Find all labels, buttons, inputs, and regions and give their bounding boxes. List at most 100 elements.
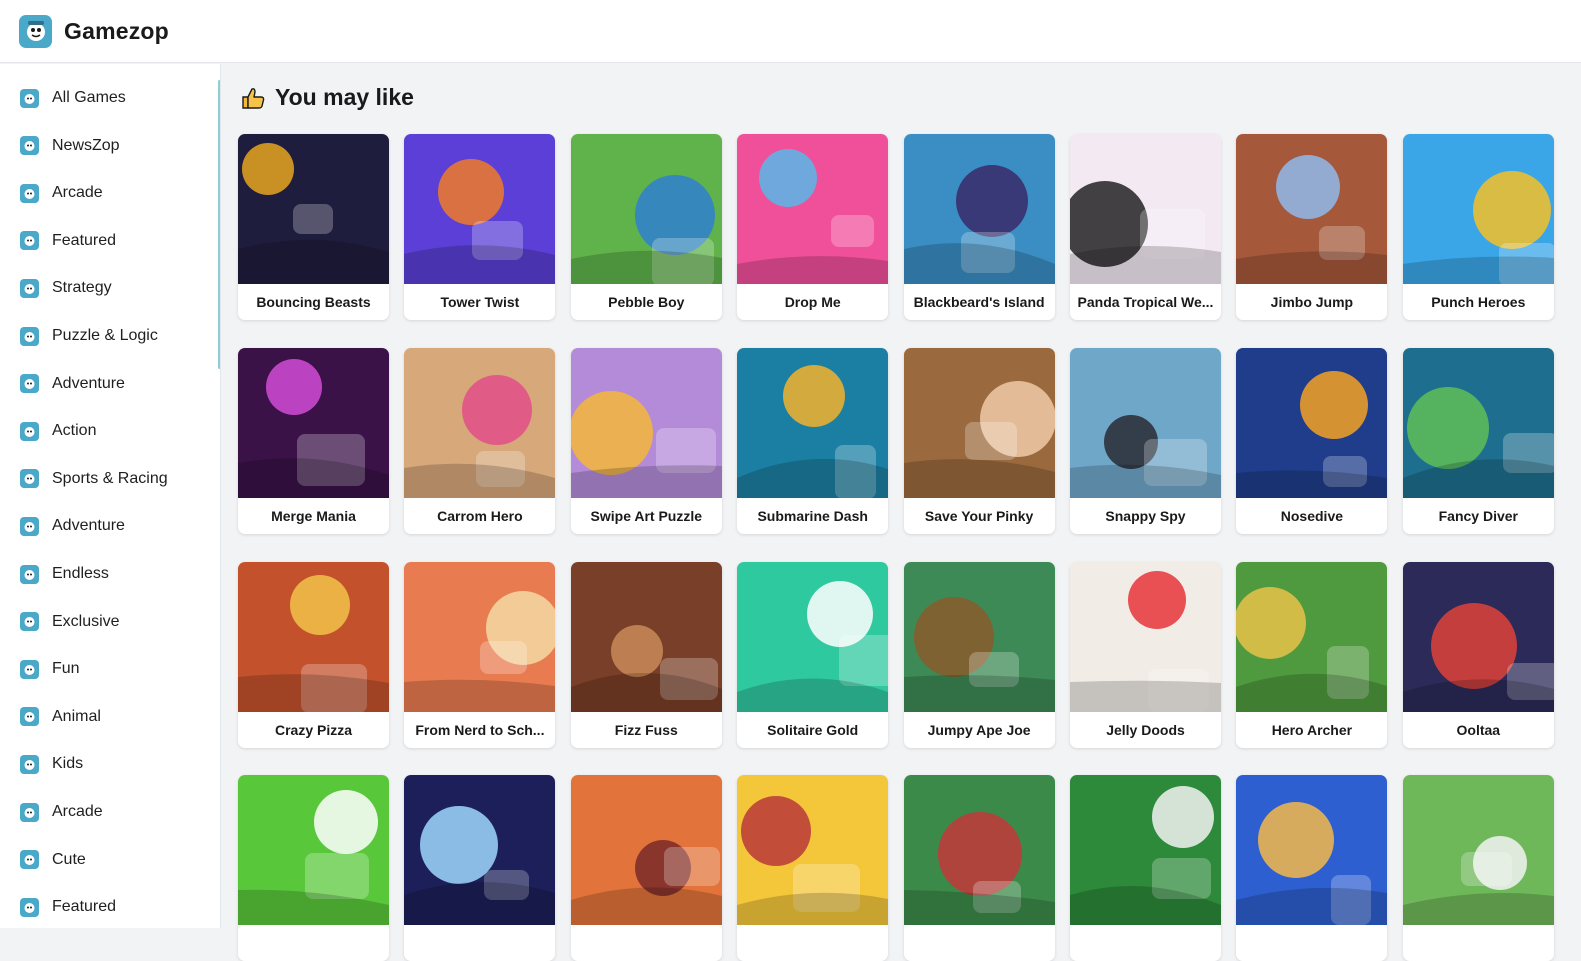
sidebar-item[interactable]: Strategy [20,273,112,303]
game-thumbnail[interactable] [903,134,1055,284]
game-card[interactable]: Carrom Hero [404,347,556,534]
game-title[interactable]: Nosedive [1240,498,1383,534]
game-card[interactable] [1402,775,1554,961]
game-card[interactable]: Nosedive [1236,347,1388,534]
game-title[interactable]: Fancy Diver [1407,498,1550,534]
game-card[interactable]: Jimbo Jump [1236,134,1388,320]
game-title[interactable]: Merge Mania [242,498,385,534]
game-title[interactable]: Bouncing Beasts [242,284,385,320]
game-card[interactable]: Snappy Spy [1070,347,1221,534]
game-thumbnail[interactable] [1402,561,1554,712]
game-title[interactable]: Swipe Art Puzzle [575,498,718,534]
game-thumbnail[interactable] [570,347,722,498]
game-thumbnail[interactable] [1070,134,1221,284]
game-card[interactable]: Fizz Fuss [570,561,722,748]
sidebar-item[interactable]: Sports & Racing [20,464,168,494]
game-thumbnail[interactable] [1236,561,1388,712]
sidebar-item[interactable]: Arcade [20,797,103,827]
game-thumbnail[interactable] [1402,134,1554,284]
game-title[interactable]: Submarine Dash [741,498,884,534]
game-card[interactable] [1236,775,1388,961]
game-thumbnail[interactable] [1236,347,1388,498]
game-card[interactable]: Swipe Art Puzzle [570,347,722,534]
game-card[interactable] [570,775,722,961]
game-card[interactable]: From Nerd to Sch... [404,561,556,748]
sidebar-item[interactable]: Kids [20,749,83,779]
game-thumbnail[interactable] [238,561,389,712]
game-thumbnail[interactable] [737,347,889,498]
game-card[interactable] [903,775,1055,961]
sidebar-item[interactable]: All Games [20,83,126,113]
game-card[interactable] [1070,775,1221,961]
sidebar-item[interactable]: Action [20,416,96,446]
game-title[interactable]: From Nerd to Sch... [408,712,551,748]
game-thumbnail[interactable] [1236,775,1388,926]
game-card[interactable]: Punch Heroes [1402,134,1554,320]
game-card[interactable]: Pebble Boy [570,134,722,320]
game-thumbnail[interactable] [404,775,556,926]
game-thumbnail[interactable] [238,134,389,284]
game-card[interactable]: Fancy Diver [1402,347,1554,534]
game-title[interactable]: Jumpy Ape Joe [908,712,1051,748]
game-card[interactable]: Tower Twist [404,134,556,320]
game-title[interactable]: Save Your Pinky [908,498,1051,534]
game-thumbnail[interactable] [404,561,556,712]
game-title[interactable]: Jimbo Jump [1240,284,1383,320]
game-card[interactable]: Drop Me [737,134,889,320]
game-title[interactable]: Jelly Doods [1074,712,1217,748]
sidebar-item[interactable]: Animal [20,702,101,732]
game-thumbnail[interactable] [737,775,889,926]
game-thumbnail[interactable] [1070,347,1221,498]
sidebar-item[interactable]: NewsZop [20,131,120,161]
game-thumbnail[interactable] [570,775,722,926]
game-thumbnail[interactable] [1402,347,1554,498]
game-card[interactable] [238,775,389,961]
game-title[interactable]: Drop Me [741,284,884,320]
game-card[interactable]: Jumpy Ape Joe [903,561,1055,748]
game-card[interactable]: Save Your Pinky [903,347,1055,534]
game-thumbnail[interactable] [238,775,389,926]
game-thumbnail[interactable] [737,134,889,284]
game-title[interactable]: Pebble Boy [575,284,718,320]
game-thumbnail[interactable] [238,347,389,498]
game-thumbnail[interactable] [404,347,556,498]
sidebar-item[interactable]: Cute [20,845,86,875]
game-title[interactable]: Carrom Hero [408,498,551,534]
game-thumbnail[interactable] [404,134,556,284]
game-title[interactable]: Tower Twist [408,284,551,320]
game-title[interactable]: Snappy Spy [1074,498,1217,534]
game-title[interactable]: Solitaire Gold [741,712,884,748]
game-card[interactable]: Ooltaa [1402,561,1554,748]
game-card[interactable]: Panda Tropical We... [1070,134,1221,320]
sidebar-item[interactable]: Featured [20,892,116,922]
game-card[interactable]: Hero Archer [1236,561,1388,748]
app-name[interactable]: Gamezop [64,18,169,45]
sidebar-item[interactable]: Puzzle & Logic [20,321,158,351]
game-thumbnail[interactable] [737,561,889,712]
sidebar-item[interactable]: Exclusive [20,607,120,637]
game-title[interactable]: Blackbeard's Island [908,284,1051,320]
sidebar-item[interactable]: Endless [20,559,109,589]
game-card[interactable] [737,775,889,961]
sidebar-item[interactable]: Fun [20,654,80,684]
game-thumbnail[interactable] [570,134,722,284]
game-title[interactable]: Punch Heroes [1407,284,1550,320]
game-card[interactable]: Crazy Pizza [238,561,389,748]
sidebar-item[interactable]: Adventure [20,369,125,399]
game-card[interactable]: Jelly Doods [1070,561,1221,748]
game-thumbnail[interactable] [1236,134,1388,284]
game-card[interactable]: Solitaire Gold [737,561,889,748]
game-thumbnail[interactable] [1402,775,1554,926]
sidebar-scrollbar[interactable] [218,80,220,369]
game-thumbnail[interactable] [903,775,1055,926]
game-thumbnail[interactable] [570,561,722,712]
game-card[interactable]: Blackbeard's Island [903,134,1055,320]
game-title[interactable]: Ooltaa [1407,712,1550,748]
game-thumbnail[interactable] [903,347,1055,498]
game-title[interactable]: Panda Tropical We... [1074,284,1217,320]
sidebar-item[interactable]: Featured [20,226,116,256]
sidebar-item[interactable]: Arcade [20,178,103,208]
game-card[interactable] [404,775,556,961]
game-thumbnail[interactable] [1070,561,1221,712]
game-title[interactable]: Fizz Fuss [575,712,718,748]
